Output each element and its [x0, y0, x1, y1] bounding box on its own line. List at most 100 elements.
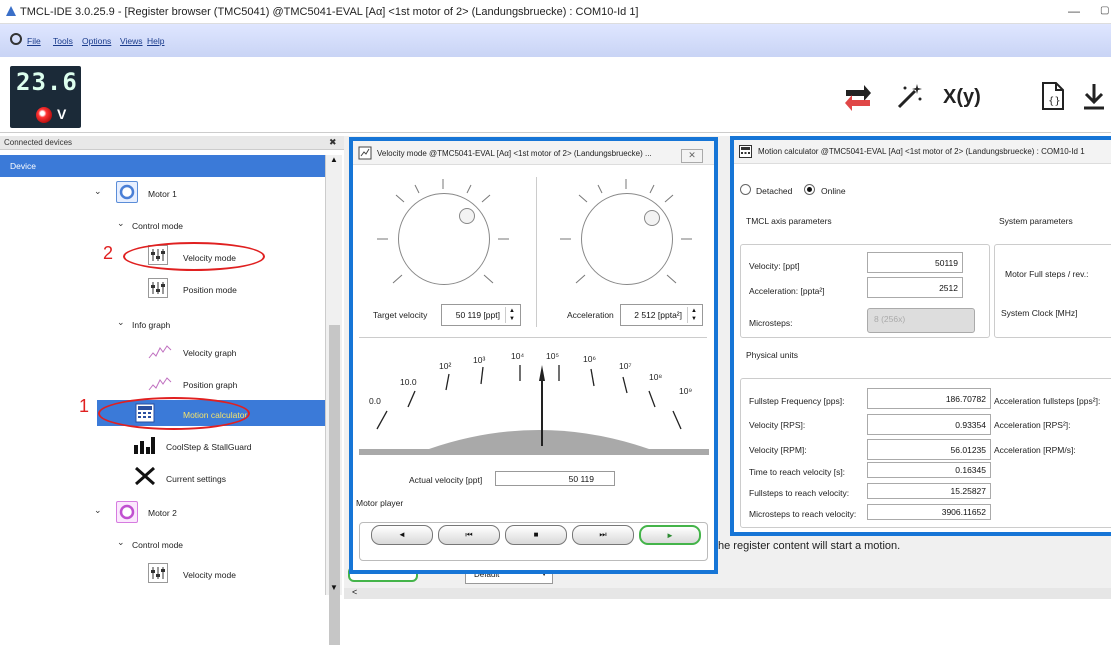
- menu-views[interactable]: Views: [120, 36, 143, 46]
- phys-row-value: 15.25827: [867, 483, 991, 499]
- phys-row-label: Velocity [RPS]:: [749, 420, 806, 430]
- chevron-down-icon[interactable]: ⌄: [117, 317, 125, 328]
- phys-row-label: Velocity [RPM]:: [749, 445, 807, 455]
- acceleration-knob[interactable]: [581, 193, 673, 285]
- acceleration-spinbox[interactable]: 2 512 [ppta²] ▲ ▼: [620, 304, 703, 326]
- gauge-label-8: 10⁸: [649, 372, 663, 382]
- function-icon[interactable]: X(y): [943, 86, 981, 109]
- tree-coolstep[interactable]: CoolStep & StallGuard: [166, 442, 252, 452]
- scroll-thumb[interactable]: [329, 325, 340, 645]
- chevron-down-icon[interactable]: ⌄: [94, 505, 102, 516]
- velocity-window-header[interactable]: Velocity mode @TMC5041-EVAL [Aα] <1st mo…: [353, 141, 714, 165]
- online-radio[interactable]: [804, 184, 815, 195]
- chevron-down-icon[interactable]: ⌄: [117, 218, 125, 229]
- gauge-label-0: 0.0: [369, 396, 381, 406]
- phys-row-value-text: 15.25827: [950, 486, 986, 496]
- player-play-button[interactable]: ►: [639, 525, 701, 545]
- tree-control-mode-2[interactable]: Control mode: [132, 540, 183, 550]
- gauge-label-2: 10²: [439, 361, 452, 371]
- velocity-mode-window: Velocity mode @TMC5041-EVAL [Aα] <1st mo…: [349, 137, 718, 574]
- register-hint-text: he register content will start a motion.: [718, 540, 901, 552]
- tree-current-settings[interactable]: Current settings: [166, 474, 226, 484]
- player-skip-forward-button[interactable]: ⏭: [572, 525, 634, 545]
- menu-help[interactable]: Help: [147, 36, 164, 46]
- tree-scrollbar[interactable]: ▲ ▼: [325, 155, 342, 645]
- swap-icon[interactable]: [842, 80, 874, 112]
- tree-motor1[interactable]: Motor 1: [148, 189, 177, 199]
- target-velocity-knob[interactable]: [398, 193, 490, 285]
- tree-position-graph[interactable]: Position graph: [183, 380, 237, 390]
- actual-velocity-value: 50 119: [568, 474, 594, 484]
- phys-row-value-text: 56.01235: [950, 445, 986, 455]
- online-label: Online: [821, 186, 846, 196]
- scroll-down-icon[interactable]: ▼: [330, 583, 338, 592]
- target-velocity-spinbox[interactable]: 50 119 [ppt] ▲ ▼: [441, 304, 521, 326]
- tmcl-parameters-header: TMCL axis parameters: [746, 216, 832, 226]
- voltage-value: 23.6: [16, 68, 78, 96]
- detached-radio[interactable]: [740, 184, 751, 195]
- bar-chart-icon: [134, 437, 155, 454]
- gauge-label-1: 10.0: [400, 377, 417, 387]
- player-stop-button[interactable]: ■: [505, 525, 567, 545]
- download-icon[interactable]: [1078, 80, 1110, 112]
- acceleration-param-input[interactable]: 2512: [867, 277, 963, 298]
- phys-row-label: Time to reach velocity [s]:: [749, 467, 846, 477]
- motor-icon: [116, 181, 138, 203]
- velocity-gauge: [359, 365, 709, 455]
- tree-control-mode[interactable]: Control mode: [132, 221, 183, 231]
- system-parameters-header: System parameters: [999, 216, 1073, 226]
- voltage-unit: V: [57, 106, 67, 122]
- calculator-icon: [739, 145, 752, 158]
- velocity-param-label: Velocity: [ppt]: [749, 261, 800, 271]
- annotation-number-1: 1: [79, 396, 90, 416]
- close-icon[interactable]: ✕: [681, 149, 703, 163]
- restore-button[interactable]: ▢: [1100, 5, 1109, 16]
- phys-row-value: 186.70782: [867, 388, 991, 409]
- player-skip-back-button[interactable]: ⏮: [438, 525, 500, 545]
- tree-velocity-graph[interactable]: Velocity graph: [183, 348, 236, 358]
- microsteps-value: 8 (256x): [874, 314, 906, 324]
- knob-indicator: [459, 208, 475, 224]
- player-reverse-button[interactable]: ◄: [371, 525, 433, 545]
- scroll-left-icon[interactable]: <: [352, 587, 357, 597]
- knob-indicator: [644, 210, 660, 226]
- menu-file[interactable]: File: [27, 36, 41, 46]
- motion-calculator-window: Motion calculator @TMC5041-EVAL [Aα] <1s…: [730, 136, 1111, 536]
- magic-wand-icon[interactable]: [893, 80, 925, 112]
- document-icon[interactable]: {}: [1037, 80, 1069, 112]
- actual-velocity-field: 50 119: [495, 471, 615, 486]
- chevron-down-icon[interactable]: ⌄: [94, 186, 102, 197]
- tree-velocity-mode-2[interactable]: Velocity mode: [183, 570, 236, 580]
- status-led-icon: [36, 107, 52, 123]
- spin-arrows-icon[interactable]: ▲ ▼: [687, 307, 700, 323]
- section-divider: [359, 337, 707, 338]
- motion-window-header[interactable]: Motion calculator @TMC5041-EVAL [Aα] <1s…: [734, 140, 1111, 164]
- acceleration-param-label: Acceleration: [ppta²]: [749, 286, 825, 296]
- target-velocity-label: Target velocity: [373, 310, 428, 320]
- phys-row-value: 0.93354: [867, 414, 991, 435]
- spin-arrows-icon[interactable]: ▲ ▼: [505, 307, 518, 323]
- chevron-down-icon[interactable]: ⌄: [117, 537, 125, 548]
- tree-motor2[interactable]: Motor 2: [148, 508, 177, 518]
- panel-close-icon[interactable]: ✖: [329, 137, 337, 148]
- gauge-label-3: 10³: [473, 355, 486, 365]
- graph-icon: [148, 377, 172, 391]
- app-menu-icon[interactable]: [9, 32, 23, 46]
- menu-options[interactable]: Options: [82, 36, 111, 46]
- menu-tools[interactable]: Tools: [53, 36, 73, 46]
- phys-row-label: Microsteps to reach velocity:: [749, 509, 857, 519]
- horizontal-scrollbar[interactable]: <: [344, 587, 1111, 599]
- gauge-label-6: 10⁶: [583, 354, 596, 364]
- microsteps-dropdown[interactable]: 8 (256x): [867, 308, 975, 333]
- velocity-param-input[interactable]: 50119: [867, 252, 963, 273]
- minimize-button[interactable]: —: [1068, 4, 1080, 18]
- motor-fullsteps-label: Motor Full steps / rev.:: [1005, 269, 1089, 279]
- tree-position-mode[interactable]: Position mode: [183, 285, 237, 295]
- sliders-icon: [148, 278, 168, 298]
- microsteps-label: Microsteps:: [749, 318, 793, 328]
- tree-info-graph[interactable]: Info graph: [132, 320, 170, 330]
- device-section-header[interactable]: Device: [0, 155, 325, 177]
- graph-icon: [148, 345, 172, 359]
- scroll-up-icon[interactable]: ▲: [330, 155, 338, 164]
- app-logo-icon: [6, 6, 16, 16]
